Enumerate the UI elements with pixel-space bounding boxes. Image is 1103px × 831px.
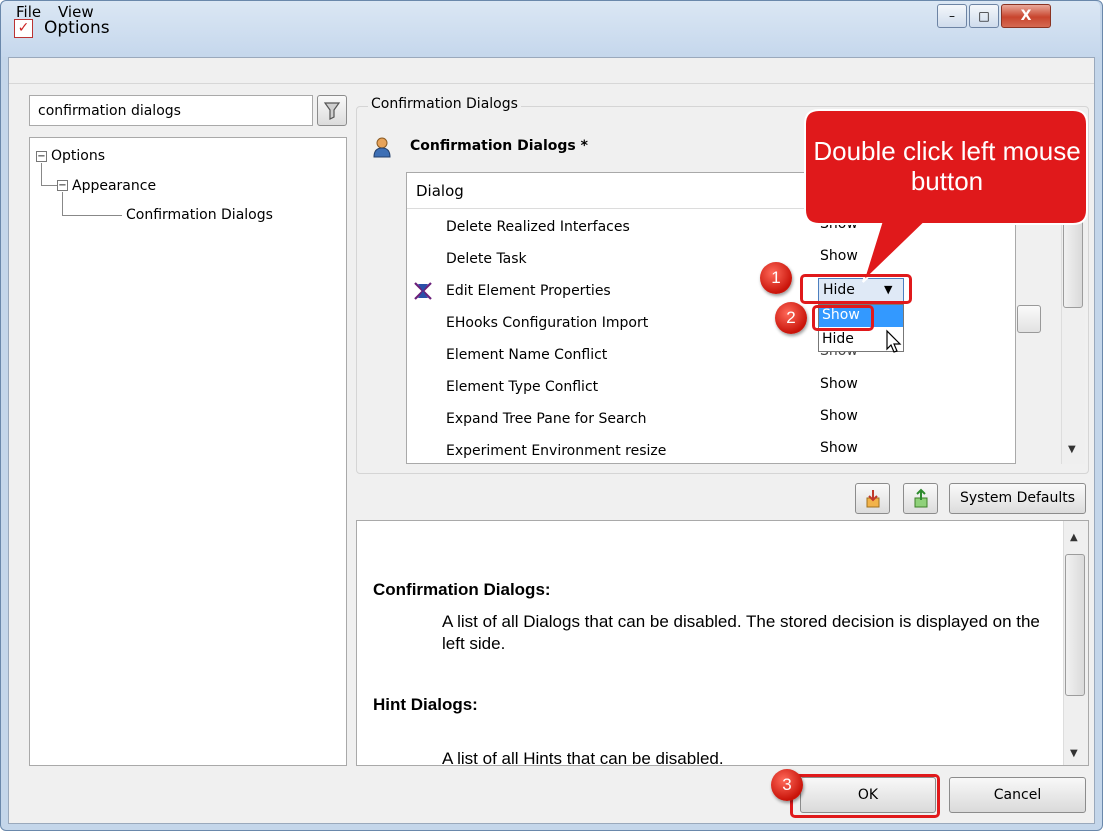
tree-connector (62, 192, 63, 215)
table-row[interactable]: Experiment Environment resize (446, 443, 666, 459)
page-title: Confirmation Dialogs * (410, 138, 588, 154)
tree-connector (62, 215, 122, 216)
tree-item-options[interactable]: Options (51, 148, 105, 164)
group-title: Confirmation Dialogs (368, 96, 521, 112)
app-icon: ✓ (14, 19, 33, 38)
cancel-button[interactable]: Cancel (949, 777, 1086, 813)
filter-button[interactable] (317, 95, 347, 126)
description-heading-hint: Hint Dialogs: (373, 695, 478, 714)
import-button[interactable] (855, 483, 890, 514)
search-input[interactable] (29, 95, 313, 126)
description-heading-confirmation: Confirmation Dialogs: (373, 580, 551, 599)
title-bar (1, 1, 1100, 57)
export-button[interactable] (903, 483, 938, 514)
table-cell-value[interactable]: Show (820, 376, 858, 392)
description-scroll-thumb[interactable] (1065, 554, 1085, 696)
highlight-show-option (812, 305, 874, 331)
row-checkbox[interactable] (1017, 305, 1041, 333)
table-cell-value[interactable]: Show (820, 408, 858, 424)
options-tree (29, 137, 347, 766)
scroll-down-icon[interactable]: ▼ (1070, 748, 1078, 759)
table-row[interactable]: Expand Tree Pane for Search (446, 411, 647, 427)
table-row[interactable]: Element Name Conflict (446, 347, 607, 363)
minimize-button[interactable]: – (937, 4, 967, 28)
description-text-confirmation: A list of all Dialogs that can be disabl… (442, 612, 1040, 653)
menu-view[interactable]: View (58, 3, 94, 21)
system-defaults-button[interactable]: System Defaults (949, 483, 1086, 514)
column-header-dialog[interactable]: Dialog (416, 182, 464, 200)
tree-connector (41, 163, 42, 185)
import-icon (866, 490, 879, 508)
tree-item-appearance[interactable]: Appearance (72, 178, 156, 194)
tree-connector (41, 185, 57, 186)
maximize-button[interactable]: □ (969, 4, 999, 28)
highlight-combobox (800, 274, 912, 304)
user-icon (372, 136, 392, 158)
table-row[interactable]: Delete Task (446, 251, 527, 267)
table-row[interactable]: Edit Element Properties (446, 283, 611, 299)
table-row[interactable]: EHooks Configuration Import (446, 315, 648, 331)
table-row[interactable]: Delete Realized Interfaces (446, 219, 630, 235)
filter-icon (323, 102, 341, 120)
tree-collapse-options-icon[interactable]: − (36, 151, 47, 162)
export-icon (914, 488, 927, 508)
menu-bar (9, 58, 1094, 84)
scroll-down-icon[interactable]: ▼ (1068, 444, 1076, 455)
table-row[interactable]: Element Type Conflict (446, 379, 598, 395)
dropdown-option-hide[interactable]: Hide (819, 331, 857, 347)
table-cell-value[interactable]: Show (820, 440, 858, 456)
menu-file[interactable]: File (16, 3, 41, 21)
step-badge-2: 2 (775, 302, 807, 334)
window-title: Options (44, 18, 110, 38)
highlight-ok-button (790, 774, 940, 818)
step-badge-3: 3 (771, 769, 803, 801)
scroll-up-icon[interactable]: ▲ (1070, 532, 1078, 543)
description-text-hint: A list of all Hints that can be disabled… (442, 749, 724, 768)
close-button[interactable]: X (1001, 4, 1051, 28)
tree-collapse-appearance-icon[interactable]: − (57, 180, 68, 191)
step-badge-1: 1 (760, 262, 792, 294)
callout-text: Double click left mouse button (813, 136, 1081, 196)
cursor-icon (884, 328, 908, 356)
edit-properties-icon (412, 280, 434, 302)
tree-item-confirmation-dialogs[interactable]: Confirmation Dialogs (126, 207, 273, 223)
